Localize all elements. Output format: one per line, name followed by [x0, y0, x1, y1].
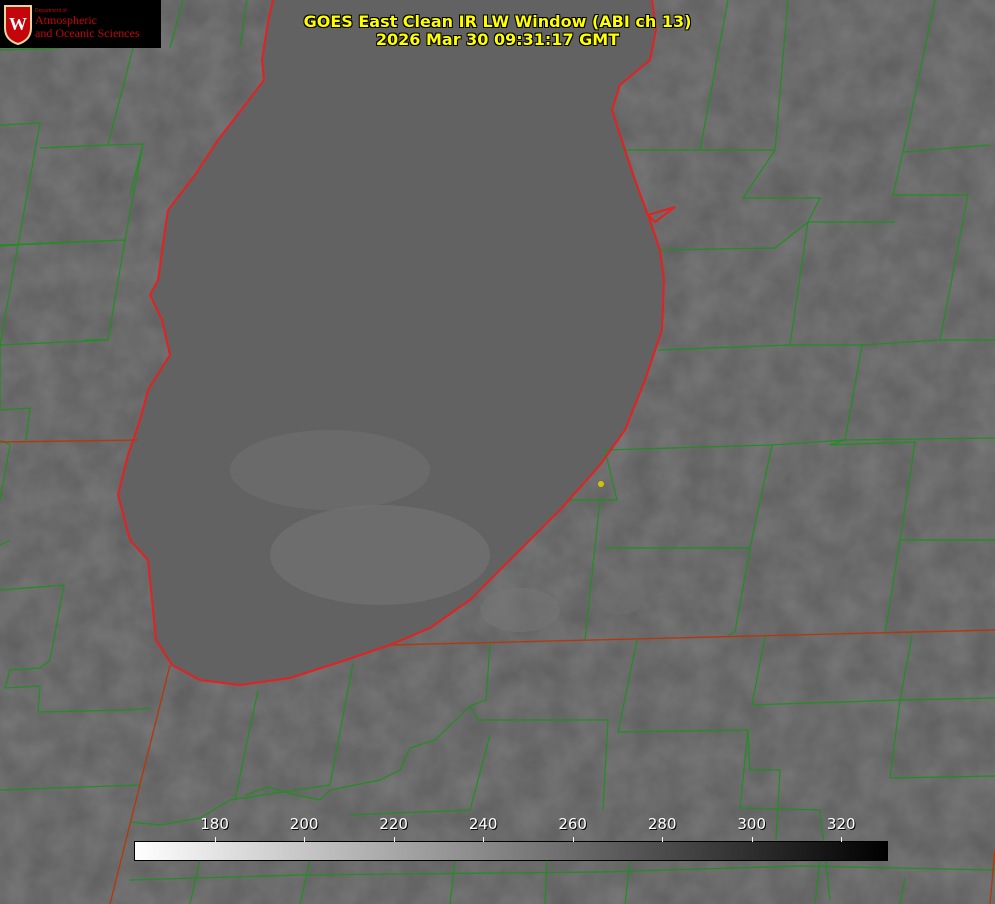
colorbar-tick-label: 300	[737, 815, 767, 833]
colorbar-tick	[214, 837, 216, 842]
colorbar-tick-label: 220	[379, 815, 408, 833]
colorbar-tick-label: 240	[468, 815, 498, 833]
colorbar-tick	[662, 837, 664, 842]
colorbar-gradient	[134, 841, 888, 861]
location-dot-icon	[598, 481, 604, 487]
image-timestamp: 2026 Mar 30 09:31:17 GMT	[375, 30, 620, 49]
colorbar-tick	[572, 837, 574, 842]
colorbar-tick	[393, 837, 395, 842]
colorbar-tick-label: 320	[826, 815, 856, 833]
colorbar-tick-label: 260	[558, 815, 587, 833]
cloud-patch	[595, 575, 645, 615]
colorbar-tick	[304, 837, 306, 842]
colorbar-tick	[841, 837, 843, 842]
colorbar-tick-label: 200	[289, 815, 319, 833]
cloud-patch	[230, 430, 430, 510]
colorbar-tick-label: 180	[200, 815, 229, 833]
colorbar-tick	[483, 837, 485, 842]
satellite-map[interactable]	[0, 0, 995, 904]
image-title: GOES East Clean IR LW Window (ABI ch 13)	[303, 12, 692, 31]
colorbar-tick-label: 280	[647, 815, 677, 833]
cloud-patch	[480, 588, 560, 632]
cloud-patch	[270, 505, 490, 605]
colorbar-tick	[751, 837, 753, 842]
